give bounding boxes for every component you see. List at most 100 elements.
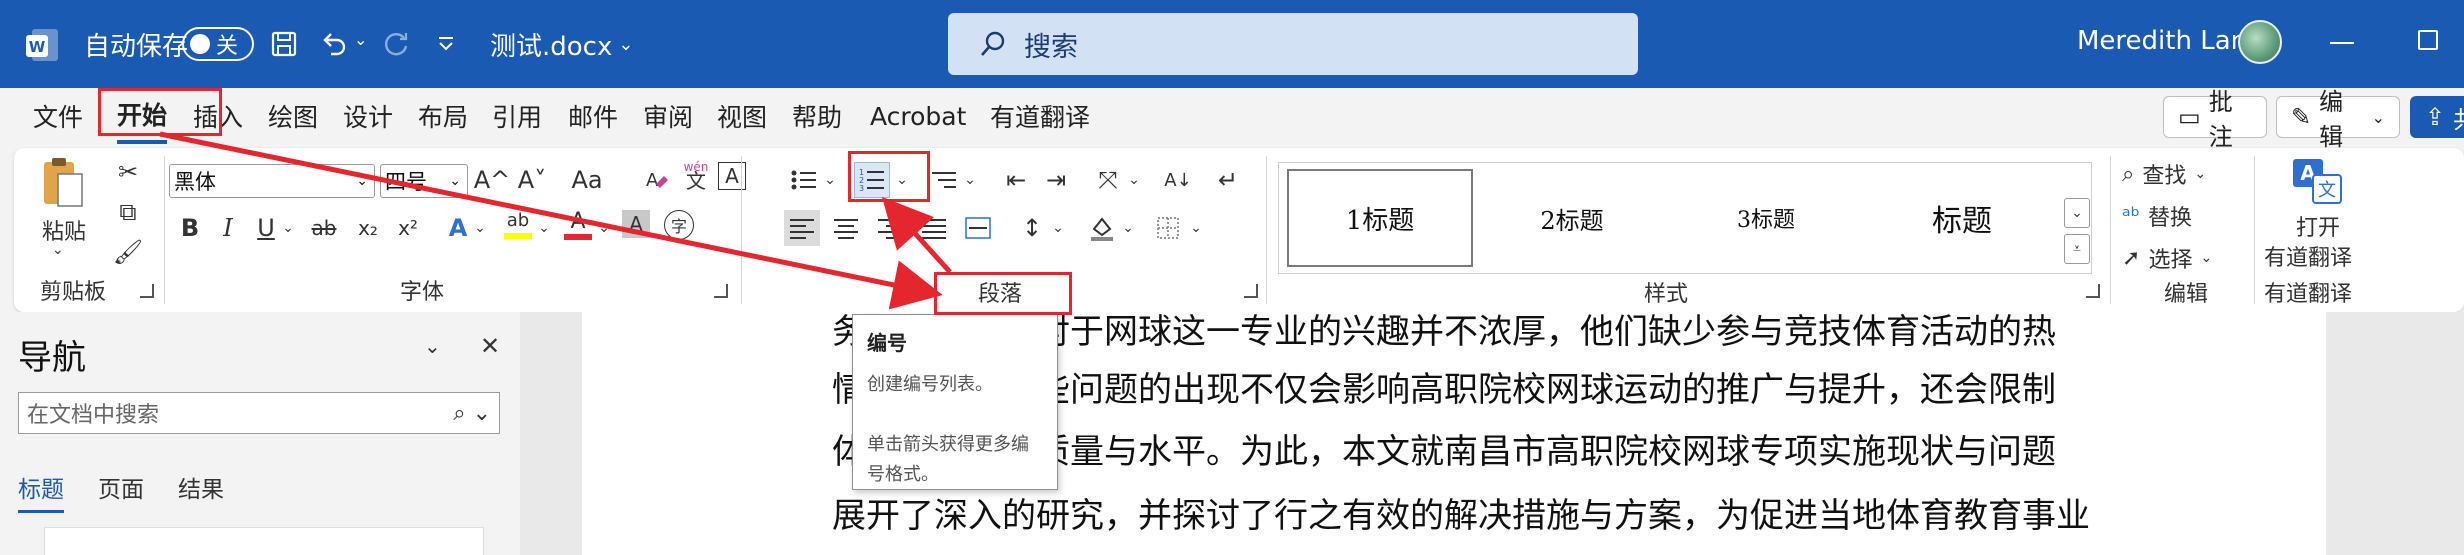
- align-center-icon[interactable]: [828, 210, 864, 246]
- character-shading-button[interactable]: A: [622, 210, 650, 238]
- tab-view[interactable]: 视图: [717, 88, 767, 144]
- nav-tab-results[interactable]: 结果: [178, 470, 224, 504]
- cut-icon[interactable]: ✂: [110, 154, 146, 190]
- tab-review[interactable]: 审阅: [643, 88, 693, 144]
- document-filename[interactable]: 测试.docx ⌄: [490, 26, 633, 63]
- shading-icon[interactable]: [1084, 210, 1120, 246]
- clipboard-launcher-icon[interactable]: [140, 284, 154, 298]
- line-spacing-icon[interactable]: ↕: [1014, 210, 1050, 246]
- italic-button[interactable]: I: [210, 210, 246, 246]
- open-youdao-line1[interactable]: 打开: [2296, 210, 2340, 242]
- tab-acrobat[interactable]: Acrobat: [870, 88, 966, 144]
- asian-layout-icon[interactable]: ⤧: [1090, 162, 1126, 198]
- align-left-icon[interactable]: [784, 210, 820, 246]
- tab-draw[interactable]: 绘图: [268, 88, 318, 144]
- autosave-toggle[interactable]: 关: [182, 27, 254, 61]
- superscript-button[interactable]: x²: [390, 210, 426, 246]
- font-size-combo[interactable]: 四号 ⌄: [380, 164, 468, 198]
- minimize-icon[interactable]: [2330, 42, 2354, 44]
- borders-dropdown-icon[interactable]: ⌄: [1186, 210, 1206, 246]
- find-label: 查找: [2142, 164, 2187, 189]
- tab-youdao[interactable]: 有道翻译: [990, 88, 1090, 144]
- style-heading-1[interactable]: 1标题: [1287, 169, 1473, 267]
- word-logo-icon[interactable]: W: [22, 24, 64, 66]
- bullets-dropdown-icon[interactable]: ⌄: [820, 162, 840, 198]
- paragraph-launcher-icon[interactable]: [1244, 284, 1258, 298]
- multilevel-dropdown-icon[interactable]: ⌄: [960, 162, 980, 198]
- asian-layout-dropdown-icon[interactable]: ⌄: [1124, 162, 1144, 198]
- line-spacing-dropdown-icon[interactable]: ⌄: [1048, 210, 1068, 246]
- style-heading-2[interactable]: 2标题: [1479, 169, 1665, 267]
- tab-layout[interactable]: 布局: [418, 88, 468, 144]
- select-button[interactable]: ➚ 选择 ⌄: [2122, 242, 2212, 274]
- tab-mailings[interactable]: 邮件: [568, 88, 618, 144]
- editing-mode-button[interactable]: ✎ 编辑 ⌄: [2276, 88, 2400, 151]
- styles-expand-icon[interactable]: ⩡: [2064, 234, 2090, 264]
- customize-toolbar-icon[interactable]: [426, 24, 466, 64]
- paragraph-line[interactable]: 展开了深入的研究，并探讨了行之有效的解决措施与方案，为促进当地体育教育事业: [832, 488, 2252, 537]
- style-heading-3[interactable]: 3标题: [1673, 169, 1859, 267]
- nav-tab-headings[interactable]: 标题: [18, 470, 64, 513]
- grow-font-button[interactable]: A^: [474, 162, 511, 198]
- font-color-dropdown-icon[interactable]: ⌄: [594, 210, 614, 246]
- font-launcher-icon[interactable]: [714, 284, 728, 298]
- phonetic-guide-button[interactable]: wén 文: [678, 156, 714, 192]
- paste-icon[interactable]: [40, 154, 86, 212]
- paste-dropdown-icon[interactable]: ⌄: [52, 242, 64, 258]
- close-icon[interactable]: ✕: [480, 332, 500, 360]
- user-name[interactable]: Meredith Lan: [2077, 26, 2247, 56]
- highlight-dropdown-icon[interactable]: ⌄: [534, 210, 554, 246]
- tab-references[interactable]: 引用: [492, 88, 542, 144]
- comments-button[interactable]: ▭ 批注: [2163, 88, 2267, 151]
- justify-icon[interactable]: [916, 210, 952, 246]
- open-youdao-line2[interactable]: 有道翻译: [2264, 240, 2352, 272]
- navigation-search-input[interactable]: 在文档中搜索 ⌕ ⌄: [18, 392, 500, 434]
- style-title[interactable]: 标题: [1869, 169, 2055, 267]
- nav-tab-pages[interactable]: 页面: [98, 470, 144, 504]
- share-button[interactable]: ⇪ 共: [2410, 96, 2464, 138]
- undo-dropdown-chevron-icon[interactable]: ⌄: [354, 30, 367, 49]
- underline-dropdown-icon[interactable]: ⌄: [278, 210, 298, 246]
- pane-options-chevron-icon[interactable]: ⌄: [424, 334, 441, 358]
- multilevel-list-icon[interactable]: [926, 162, 962, 198]
- styles-more-icon[interactable]: ⌄: [2064, 198, 2090, 228]
- text-effects-dropdown-icon[interactable]: ⌄: [470, 210, 490, 246]
- subscript-button[interactable]: x₂: [350, 210, 386, 246]
- tab-file[interactable]: 文件: [33, 88, 83, 144]
- search-box[interactable]: 搜索: [948, 13, 1638, 75]
- font-name-combo[interactable]: 黑体 ⌄: [169, 164, 375, 198]
- save-icon[interactable]: [264, 24, 304, 64]
- increase-indent-icon[interactable]: ⇥: [1038, 162, 1074, 198]
- tab-design[interactable]: 设计: [343, 88, 393, 144]
- youdao-translate-icon[interactable]: A文: [2290, 156, 2344, 206]
- bullets-icon[interactable]: [786, 162, 822, 198]
- strikethrough-button[interactable]: ab: [306, 210, 342, 246]
- highlight-color-button[interactable]: ab: [500, 206, 536, 242]
- shading-dropdown-icon[interactable]: ⌄: [1118, 210, 1138, 246]
- paste-label[interactable]: 粘贴: [42, 214, 86, 246]
- change-case-button[interactable]: Aa: [562, 162, 612, 198]
- clear-formatting-icon[interactable]: A: [638, 162, 674, 198]
- distributed-icon[interactable]: [960, 210, 996, 246]
- font-color-button[interactable]: A: [560, 206, 596, 242]
- bold-button[interactable]: B: [172, 210, 208, 246]
- align-right-icon[interactable]: [872, 210, 908, 246]
- avatar[interactable]: [2238, 20, 2282, 64]
- replace-button[interactable]: ᵃᵇ 替换: [2122, 200, 2192, 232]
- redo-icon[interactable]: [378, 24, 418, 64]
- chevron-down-icon: ⌄: [2371, 107, 2385, 127]
- format-painter-icon[interactable]: 🖌: [110, 234, 146, 270]
- find-button[interactable]: ⌕ 查找 ⌄: [2122, 158, 2206, 190]
- undo-icon[interactable]: [314, 24, 354, 64]
- show-marks-icon[interactable]: ↵: [1210, 162, 1246, 198]
- tab-help[interactable]: 帮助: [792, 88, 842, 144]
- nav-page-thumbnail[interactable]: [44, 527, 484, 555]
- shrink-font-button[interactable]: A˅: [514, 162, 550, 198]
- decrease-indent-icon[interactable]: ⇤: [998, 162, 1034, 198]
- restore-icon[interactable]: [2418, 30, 2438, 50]
- enclose-characters-button[interactable]: 字: [664, 210, 694, 240]
- styles-launcher-icon[interactable]: [2086, 284, 2100, 298]
- sort-icon[interactable]: A↓: [1160, 162, 1196, 198]
- copy-icon[interactable]: ⧉: [110, 194, 146, 230]
- borders-icon[interactable]: [1150, 210, 1186, 246]
